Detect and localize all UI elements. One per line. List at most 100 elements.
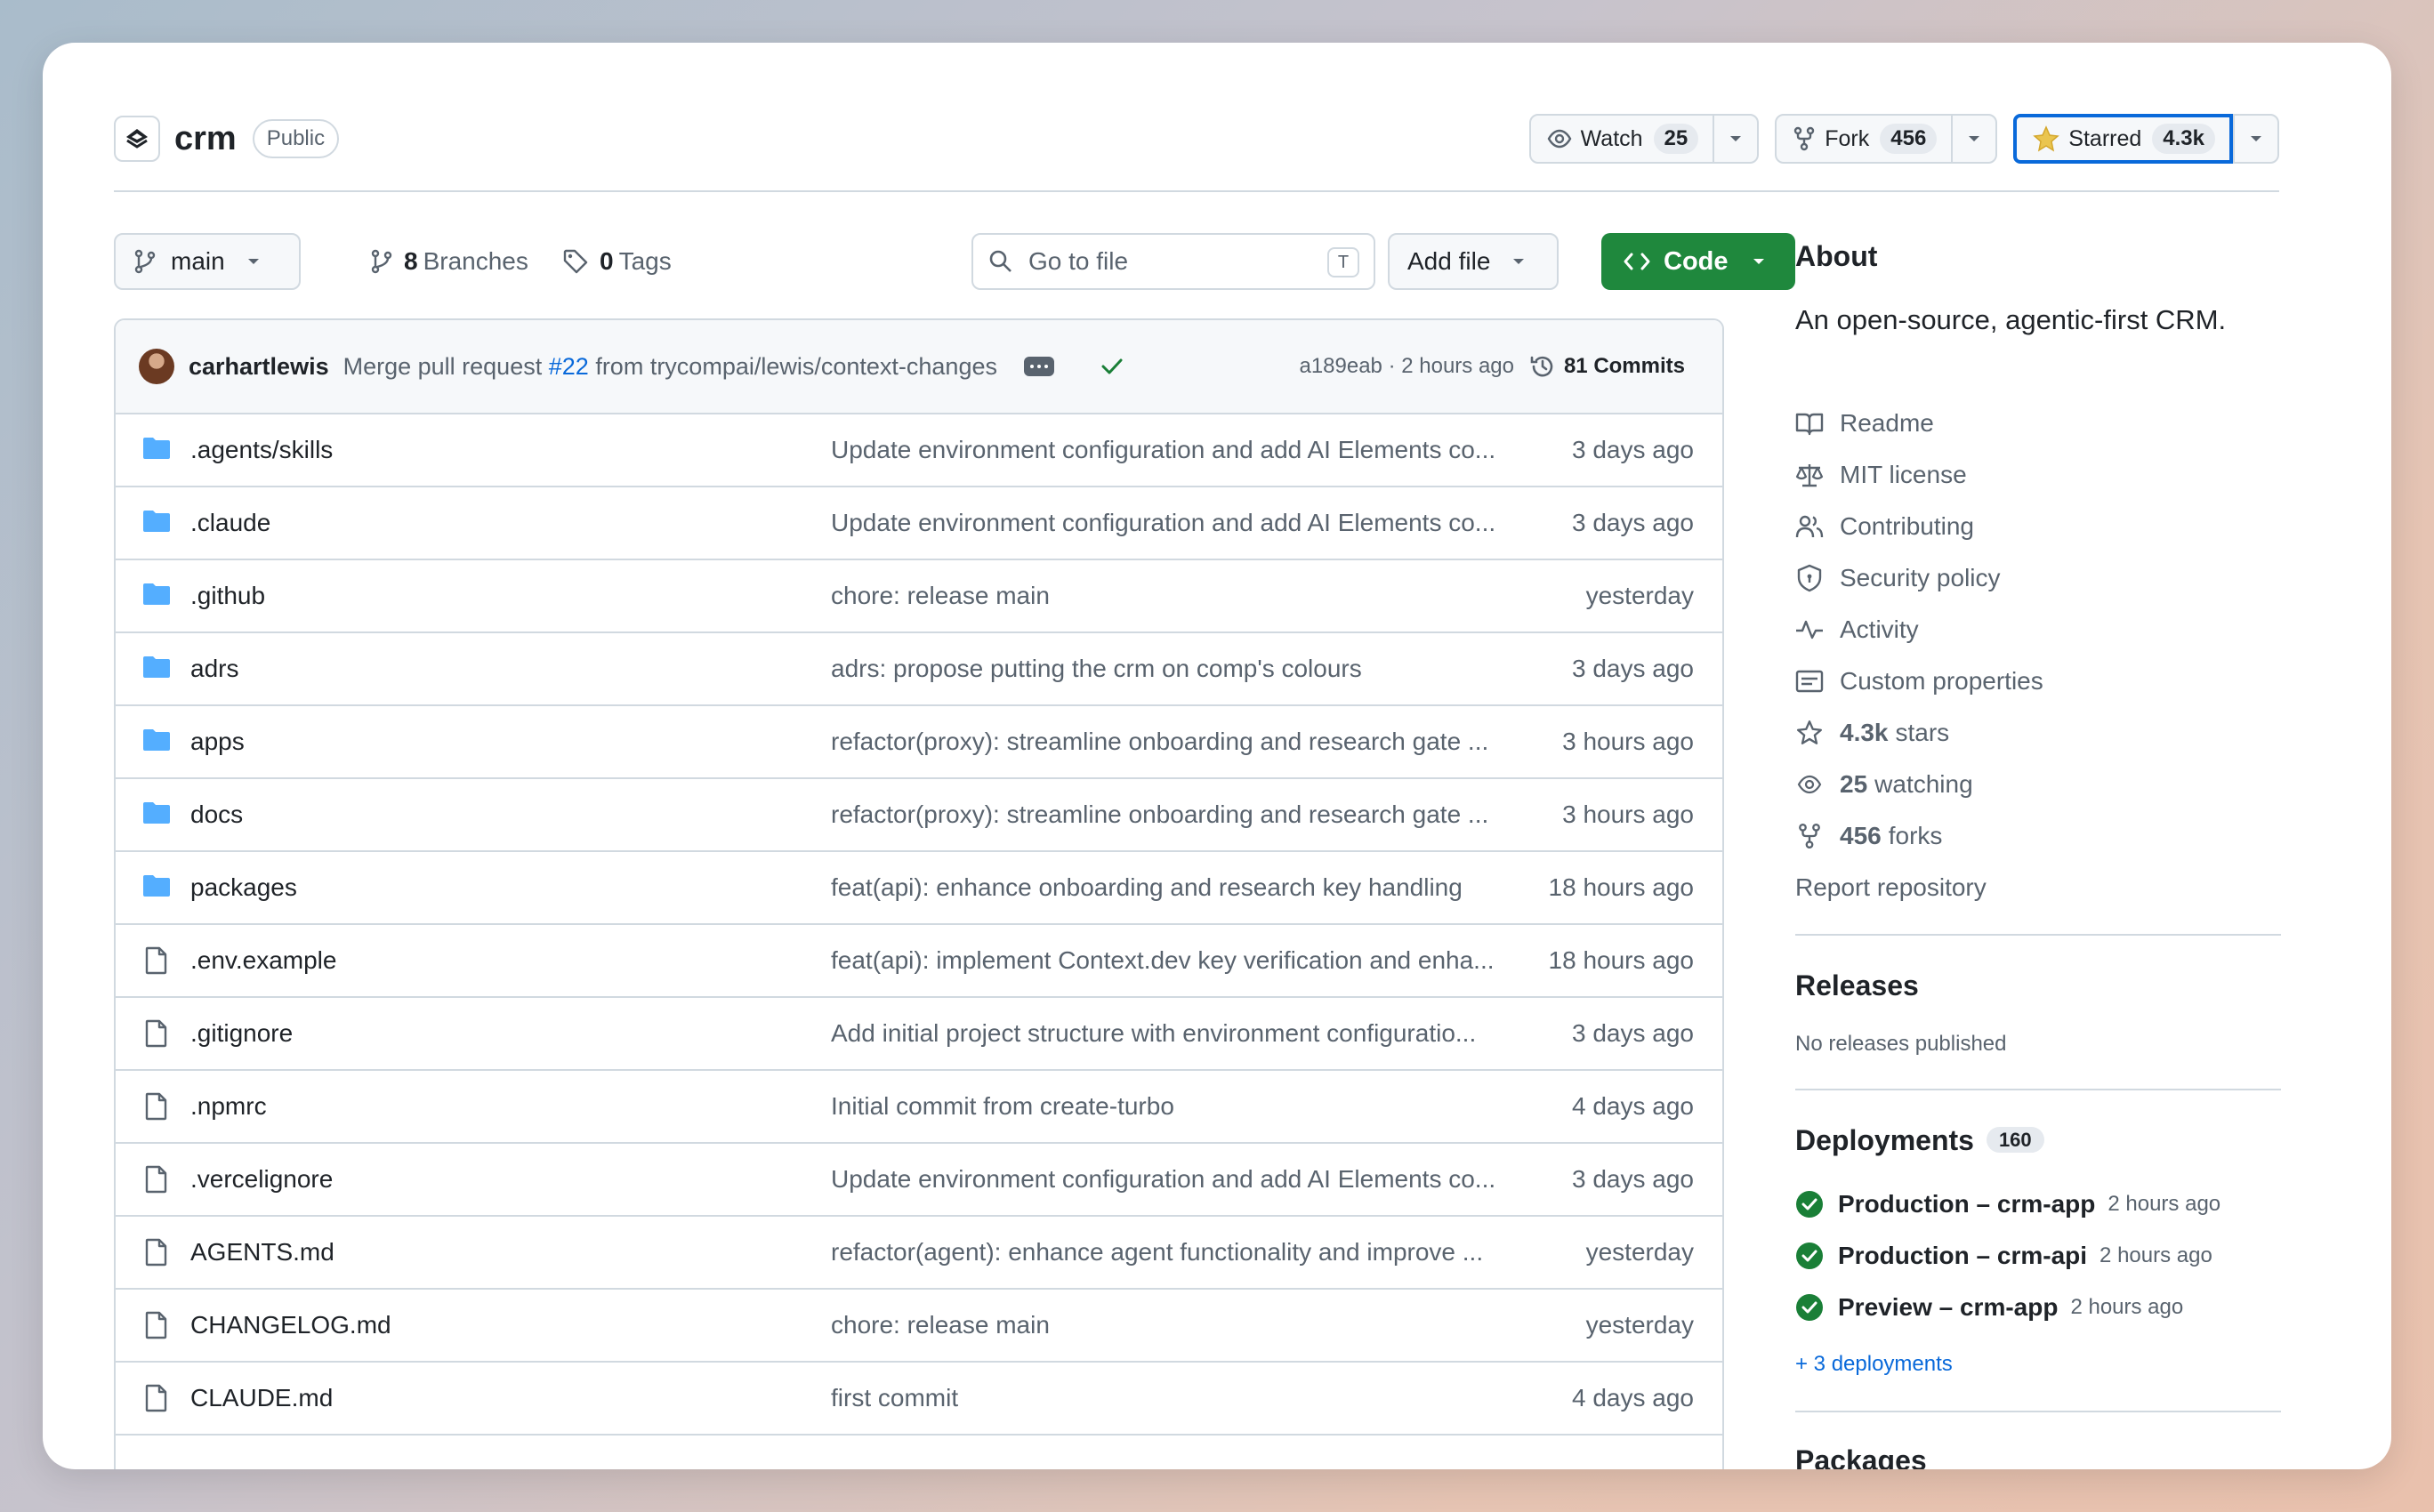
file-commit-time: 18 hours ago xyxy=(1548,873,1694,901)
forks-link[interactable]: 456 forks xyxy=(1795,818,1942,854)
file-commit-message[interactable]: Update environment configuration and add… xyxy=(831,436,1534,464)
expand-commit-button[interactable] xyxy=(1023,357,1054,376)
file-row[interactable]: CLAUDE.md first commit 4 days ago xyxy=(116,1363,1722,1436)
file-commit-message[interactable]: Initial commit from create-turbo xyxy=(831,1092,1534,1121)
code-icon xyxy=(1624,253,1650,270)
commits-link[interactable]: 81 Commits xyxy=(1528,352,1685,381)
file-commit-message[interactable]: refactor(proxy): streamline onboarding a… xyxy=(831,728,1534,756)
security-policy-link[interactable]: Security policy xyxy=(1795,560,2001,596)
stars-link[interactable]: 4.3k stars xyxy=(1795,715,1949,751)
file-row[interactable]: adrs adrs: propose putting the crm on com… xyxy=(116,633,1722,706)
branch-select[interactable]: main xyxy=(114,233,301,290)
file-name[interactable]: adrs xyxy=(190,655,238,683)
check-icon[interactable] xyxy=(1100,357,1124,376)
activity-label: Activity xyxy=(1840,615,1919,643)
code-button[interactable]: Code xyxy=(1601,233,1795,290)
file-row[interactable]: apps refactor(proxy): streamline onboardi… xyxy=(116,706,1722,779)
deployments-title[interactable]: Deployments 160 xyxy=(1795,1124,2044,1157)
watch-button[interactable]: Watch 25 xyxy=(1528,114,1760,164)
deployment-name[interactable]: Preview – crm-app xyxy=(1838,1293,2058,1322)
file-icon xyxy=(145,1165,167,1194)
file-name[interactable]: docs xyxy=(190,800,243,829)
deployment-item[interactable]: Preview – crm-app 2 hours ago xyxy=(1795,1290,2183,1325)
commit-sha-time[interactable]: a189eab · 2 hours ago xyxy=(1299,354,1514,379)
star-button[interactable]: Starred 4.3k xyxy=(2013,114,2279,164)
file-commit-message[interactable]: Update environment configuration and add… xyxy=(831,1165,1534,1194)
file-commit-message[interactable]: Add initial project structure with envir… xyxy=(831,1019,1534,1048)
file-name[interactable]: .env.example xyxy=(190,946,336,975)
file-commit-message[interactable]: first commit xyxy=(831,1384,1534,1412)
note-icon xyxy=(1795,670,1824,693)
star-dropdown[interactable] xyxy=(2233,116,2277,162)
file-name[interactable]: .vercelignore xyxy=(190,1165,333,1194)
fork-count: 456 xyxy=(1880,124,1938,154)
file-row[interactable]: docs refactor(proxy): streamline onboardi… xyxy=(116,779,1722,852)
file-name[interactable]: .npmrc xyxy=(190,1092,267,1121)
folder-icon xyxy=(143,802,170,824)
watching-link[interactable]: 25 watching xyxy=(1795,767,1973,802)
custom-properties-link[interactable]: Custom properties xyxy=(1795,664,2043,699)
report-repository-link[interactable]: Report repository xyxy=(1795,870,1987,905)
avatar[interactable] xyxy=(139,349,174,384)
folder-icon xyxy=(143,875,170,897)
go-to-file-input[interactable]: Go to file T xyxy=(971,233,1375,290)
branches-link[interactable]: 8 Branches xyxy=(370,233,528,290)
license-link[interactable]: MIT license xyxy=(1795,457,1967,493)
packages-title[interactable]: Packages xyxy=(1795,1444,1927,1469)
readme-link[interactable]: Readme xyxy=(1795,406,1934,441)
activity-link[interactable]: Activity xyxy=(1795,612,1919,647)
history-icon xyxy=(1530,356,1553,377)
file-commit-message[interactable]: chore: release main xyxy=(831,1311,1534,1339)
file-commit-message[interactable]: refactor(agent): enhance agent functiona… xyxy=(831,1238,1534,1267)
deployment-name[interactable]: Production – crm-api xyxy=(1838,1242,2087,1270)
watch-dropdown[interactable] xyxy=(1713,116,1757,162)
file-row[interactable]: .agents/skills Update environment configu… xyxy=(116,414,1722,487)
file-row[interactable]: .npmrc Initial commit from create-turbo 4 … xyxy=(116,1071,1722,1144)
deployment-item[interactable]: Production – crm-app 2 hours ago xyxy=(1795,1186,2220,1222)
commit-message[interactable]: Merge pull request #22 from trycompai/le… xyxy=(343,353,997,381)
file-row[interactable]: .claude Update environment configuration … xyxy=(116,487,1722,560)
file-row[interactable]: AGENTS.md refactor(agent): enhance agent … xyxy=(116,1217,1722,1290)
file-name[interactable]: AGENTS.md xyxy=(190,1238,334,1267)
file-row[interactable]: CHANGELOG.md chore: release main yesterday xyxy=(116,1290,1722,1363)
deployment-time: 2 hours ago xyxy=(2070,1295,2184,1319)
file-commit-message[interactable]: refactor(proxy): streamline onboarding a… xyxy=(831,800,1534,829)
file-row[interactable]: packages feat(api): enhance onboarding an… xyxy=(116,852,1722,925)
deployment-item[interactable]: Production – crm-api 2 hours ago xyxy=(1795,1238,2212,1274)
file-commit-message[interactable]: chore: release main xyxy=(831,582,1534,610)
commit-message-prefix: Merge pull request xyxy=(343,352,543,380)
file-name[interactable]: .claude xyxy=(190,509,270,537)
watching-label: watching xyxy=(1874,770,1973,798)
file-row[interactable]: .github chore: release main yesterday xyxy=(116,560,1722,633)
add-file-button[interactable]: Add file xyxy=(1388,233,1559,290)
file-row[interactable]: .vercelignore Update environment configur… xyxy=(116,1144,1722,1217)
file-commit-message[interactable]: feat(api): implement Context.dev key ver… xyxy=(831,946,1534,975)
fork-dropdown[interactable] xyxy=(1951,116,1995,162)
tags-link[interactable]: 0 Tags xyxy=(562,233,672,290)
file-name[interactable]: CHANGELOG.md xyxy=(190,1311,391,1339)
contributing-link[interactable]: Contributing xyxy=(1795,509,1974,544)
folder-icon xyxy=(142,728,171,759)
file-row[interactable]: .gitignore Add initial project structure … xyxy=(116,998,1722,1071)
file-name[interactable]: packages xyxy=(190,873,297,902)
deployment-name[interactable]: Production – crm-app xyxy=(1838,1190,2095,1218)
eye-icon xyxy=(1547,129,1572,149)
file-commit-message[interactable]: feat(api): enhance onboarding and resear… xyxy=(831,873,1534,902)
commit-pr-link[interactable]: #22 xyxy=(549,353,589,380)
file-commit-message[interactable]: adrs: propose putting the crm on comp's … xyxy=(831,655,1534,683)
file-name[interactable]: apps xyxy=(190,728,245,756)
releases-title[interactable]: Releases xyxy=(1795,969,1919,1002)
file-commit-message[interactable]: Update environment configuration and add… xyxy=(831,509,1534,537)
file-row[interactable]: .env.example feat(api): implement Context… xyxy=(116,925,1722,998)
about-title: About xyxy=(1795,240,1878,272)
file-icon xyxy=(142,1019,171,1054)
commit-author[interactable]: carhartlewis xyxy=(189,353,329,381)
more-deployments-link[interactable]: + 3 deployments xyxy=(1795,1352,1953,1377)
commits-count: 81 Commits xyxy=(1563,354,1685,378)
repo-name[interactable]: crm xyxy=(174,120,237,158)
file-name[interactable]: CLAUDE.md xyxy=(190,1384,333,1412)
fork-button[interactable]: Fork 456 xyxy=(1775,114,1998,164)
file-name[interactable]: .github xyxy=(190,582,265,610)
file-name[interactable]: .gitignore xyxy=(190,1019,293,1048)
file-name[interactable]: .agents/skills xyxy=(190,436,333,464)
